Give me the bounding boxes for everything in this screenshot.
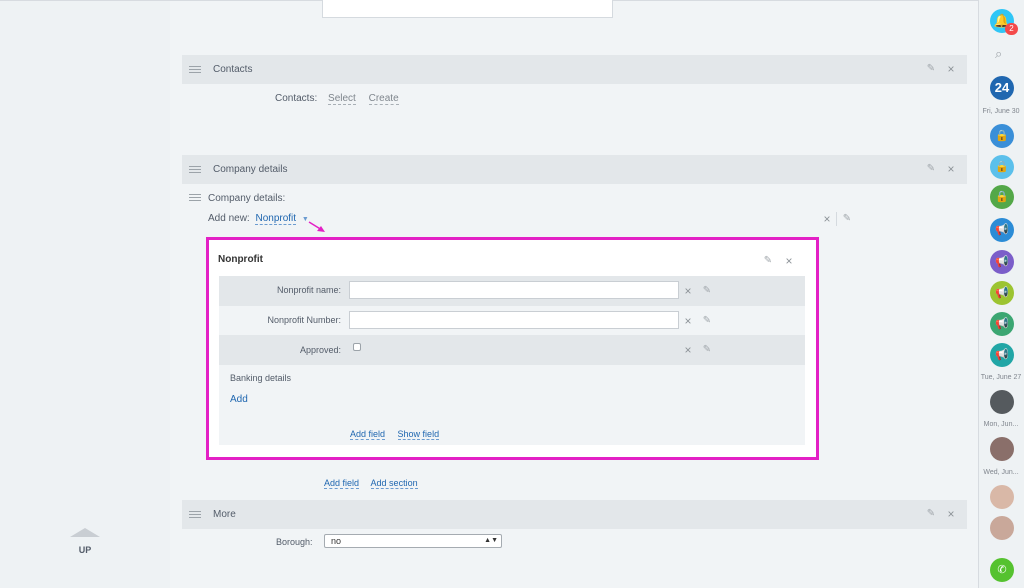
contacts-row: Contacts: Select Create (275, 93, 399, 105)
edit-icon[interactable]: ✎ (702, 286, 712, 296)
close-icon[interactable]: × (683, 315, 693, 327)
add-section-link[interactable]: Add section (370, 478, 418, 489)
lock-icon[interactable]: 🔒 (990, 124, 1014, 148)
contacts-label: Contacts: (275, 93, 318, 104)
more-section-header: More ✎ × (182, 500, 967, 529)
add-new-type-select[interactable]: Nonprofit (255, 213, 297, 225)
left-column (0, 0, 170, 588)
close-icon[interactable]: × (946, 63, 956, 75)
phone-icon[interactable]: ✆ (990, 558, 1014, 582)
show-field-link[interactable]: Show field (397, 429, 440, 440)
annotation-arrow-icon (308, 221, 325, 232)
borough-select-value: no (331, 536, 342, 546)
calendar-day-icon[interactable]: 24 (990, 76, 1014, 100)
add-new-label: Add new: (208, 213, 250, 224)
edit-icon[interactable]: ✎ (702, 316, 712, 326)
add-field-link[interactable]: Add field (350, 429, 386, 440)
nonprofit-number-input[interactable] (349, 311, 679, 329)
date-label: Tue, June 27 (980, 374, 1022, 381)
drag-handle-icon[interactable] (189, 66, 201, 73)
add-new-row: Add new: Nonprofit ▼ (208, 213, 309, 225)
add-field-link[interactable]: Add field (324, 478, 360, 489)
borough-select[interactable]: no ▲▼ (324, 534, 502, 548)
date-label: Mon, Jun... (983, 421, 1019, 428)
nonprofit-links-row: Add field Show field (350, 429, 440, 440)
close-icon[interactable]: × (946, 163, 956, 175)
select-arrows-icon: ▲▼ (484, 537, 498, 544)
close-icon[interactable]: × (683, 285, 693, 297)
drag-handle-bar (189, 197, 201, 198)
edit-icon[interactable]: ✎ (842, 214, 852, 224)
nonprofit-name-label: Nonprofit name: (276, 285, 341, 295)
select-contact-link[interactable]: Select (328, 93, 356, 105)
approved-checkbox[interactable] (353, 343, 361, 351)
nonprofit-title: Nonprofit (218, 254, 263, 265)
drag-handle-icon[interactable] (189, 166, 201, 173)
megaphone-icon[interactable]: 📢 (990, 312, 1014, 336)
lock-icon[interactable]: 🔒 (990, 155, 1014, 179)
megaphone-icon[interactable]: 📢 (990, 250, 1014, 274)
date-label: Wed, Jun... (983, 469, 1019, 476)
edit-icon[interactable]: ✎ (926, 64, 936, 74)
search-icon[interactable]: ⌕ (995, 46, 1002, 62)
top-text-field[interactable] (322, 0, 613, 18)
avatar[interactable] (990, 437, 1014, 461)
megaphone-icon[interactable]: 📢 (990, 281, 1014, 305)
megaphone-icon[interactable]: 📢 (990, 218, 1014, 242)
add-banking-link[interactable]: Add (230, 394, 248, 405)
drag-handle-icon[interactable] (189, 511, 201, 518)
company-section-title: Company details (213, 164, 288, 175)
up-label[interactable]: UP (70, 545, 100, 555)
close-icon[interactable]: × (784, 255, 794, 267)
edit-icon[interactable]: ✎ (926, 509, 936, 519)
close-icon[interactable]: × (946, 508, 956, 520)
avatar[interactable] (990, 516, 1014, 540)
borough-label: Borough: (276, 537, 313, 547)
close-icon[interactable]: × (683, 344, 693, 356)
contacts-section-header: Contacts ✎ × (182, 55, 967, 84)
avatar[interactable] (990, 390, 1014, 414)
edit-icon[interactable]: ✎ (702, 345, 712, 355)
edit-icon[interactable]: ✎ (763, 256, 773, 266)
notification-badge: 2 (1005, 23, 1018, 35)
contacts-section-title: Contacts (213, 64, 253, 75)
megaphone-icon[interactable]: 📢 (990, 343, 1014, 367)
company-section-header: Company details ✎ × (182, 155, 967, 184)
close-icon[interactable]: × (822, 213, 832, 225)
lock-icon[interactable]: 🔒 (990, 185, 1014, 209)
more-section-title: More (213, 509, 236, 520)
banking-details-label: Banking details (230, 373, 292, 383)
up-arrow-icon[interactable] (70, 528, 100, 537)
approved-label: Approved: (299, 345, 341, 355)
nonprofit-number-label: Nonprofit Number: (267, 315, 341, 325)
company-details-label: Company details: (208, 193, 286, 204)
edit-icon[interactable]: ✎ (926, 164, 936, 174)
date-label: Fri, June 30 (982, 108, 1020, 115)
nonprofit-name-input[interactable] (349, 281, 679, 299)
create-contact-link[interactable]: Create (368, 93, 399, 105)
section-links-row: Add field Add section (324, 478, 418, 489)
avatar[interactable] (990, 485, 1014, 509)
divider (836, 212, 837, 226)
